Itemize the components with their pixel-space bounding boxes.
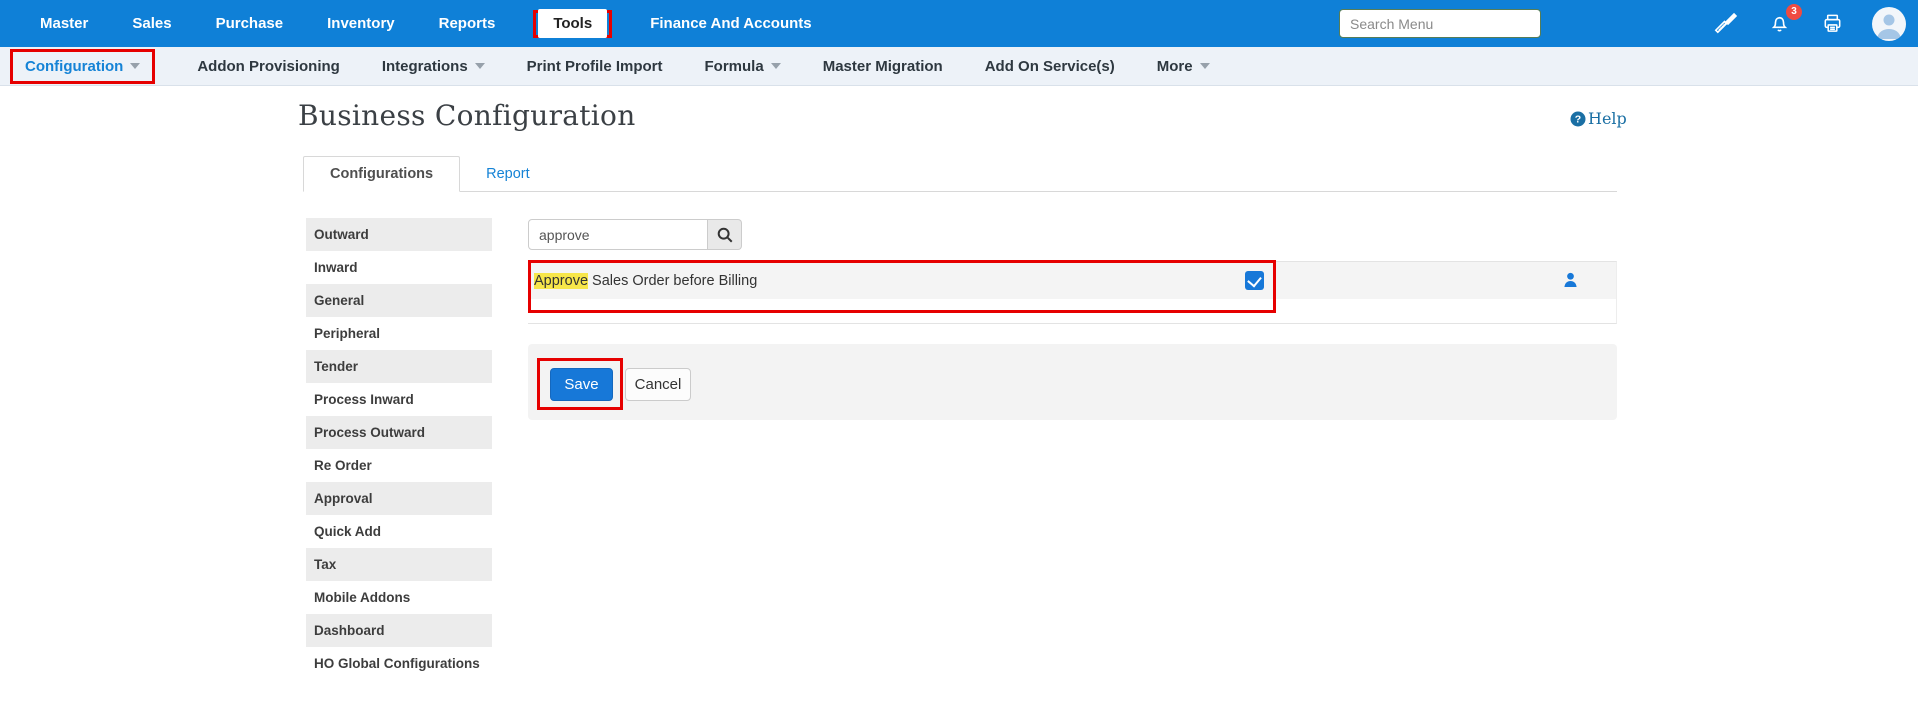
subnav-addon-provisioning[interactable]: Addon Provisioning: [197, 58, 340, 75]
help-label: Help: [1588, 109, 1627, 128]
notification-count-badge: 3: [1786, 4, 1802, 20]
cancel-button[interactable]: Cancel: [625, 368, 691, 401]
configuration-search-button[interactable]: [708, 219, 742, 250]
menu-item-master[interactable]: Master: [40, 15, 88, 32]
chevron-down-icon: [771, 63, 781, 69]
configuration-option-label: Approve Sales Order before Billing: [528, 273, 757, 289]
chevron-down-icon: [1200, 63, 1210, 69]
subnav-more[interactable]: More: [1157, 58, 1210, 75]
sidebar-item-peripheral[interactable]: Peripheral: [306, 317, 492, 350]
menu-item-finance-and-accounts[interactable]: Finance And Accounts: [650, 15, 811, 32]
configuration-option-rest: Sales Order before Billing: [588, 273, 757, 289]
search-menu-input[interactable]: [1339, 9, 1541, 38]
save-button[interactable]: Save: [550, 368, 613, 401]
menu-item-sales[interactable]: Sales: [132, 15, 171, 32]
action-panel: [528, 344, 1617, 420]
menu-item-reports[interactable]: Reports: [439, 15, 496, 32]
sidebar-item-dashboard[interactable]: Dashboard: [306, 614, 492, 647]
sidebar-item-process-inward[interactable]: Process Inward: [306, 383, 492, 416]
menu-item-purchase[interactable]: Purchase: [216, 15, 284, 32]
user-permission-icon[interactable]: [1563, 272, 1578, 293]
app-window: Master Sales Purchase Inventory Reports …: [0, 0, 1918, 726]
annotation-box-configuration: Configuration: [10, 49, 155, 84]
configuration-results-table: Approve Sales Order before Billing: [528, 261, 1617, 324]
theme-brush-icon[interactable]: [1713, 11, 1739, 37]
subnav-integrations[interactable]: Integrations: [382, 58, 485, 75]
sidebar-item-outward[interactable]: Outward: [306, 218, 492, 251]
sidebar-item-tax[interactable]: Tax: [306, 548, 492, 581]
sidebar-item-re-order[interactable]: Re Order: [306, 449, 492, 482]
subnav-configuration[interactable]: Configuration: [25, 58, 140, 75]
sidebar-item-general[interactable]: General: [306, 284, 492, 317]
topbar-icons: 3: [1713, 7, 1906, 41]
help-link[interactable]: ? Help: [1570, 109, 1627, 128]
svg-text:?: ?: [1575, 113, 1581, 125]
subnav-add-on-services[interactable]: Add On Service(s): [985, 58, 1115, 75]
tab-report[interactable]: Report: [460, 157, 556, 191]
sidebar-item-tender[interactable]: Tender: [306, 350, 492, 383]
notifications-bell-icon[interactable]: 3: [1766, 11, 1792, 37]
search-match-highlight: Approve: [534, 273, 588, 289]
table-row: Approve Sales Order before Billing: [528, 262, 1616, 299]
subnav-more-label: More: [1157, 58, 1193, 75]
menu-item-tools[interactable]: Tools: [538, 9, 607, 38]
sub-navigation-bar: Configuration Addon Provisioning Integra…: [0, 47, 1918, 86]
sidebar-item-ho-global-configurations[interactable]: HO Global Configurations: [306, 647, 492, 680]
chevron-down-icon: [475, 63, 485, 69]
subnav-configuration-label: Configuration: [25, 58, 123, 75]
approve-sales-order-checkbox[interactable]: [1245, 271, 1264, 290]
sidebar-item-process-outward[interactable]: Process Outward: [306, 416, 492, 449]
subnav-formula-label: Formula: [705, 58, 764, 75]
top-menu: Master Sales Purchase Inventory Reports …: [40, 10, 812, 38]
sidebar-item-approval[interactable]: Approval: [306, 482, 492, 515]
configuration-search-input[interactable]: [528, 219, 708, 250]
tab-bar: Configurations Report: [303, 154, 1617, 192]
printer-icon[interactable]: [1819, 11, 1845, 37]
subnav-formula[interactable]: Formula: [705, 58, 781, 75]
chevron-down-icon: [130, 63, 140, 69]
subnav-master-migration[interactable]: Master Migration: [823, 58, 943, 75]
subnav-integrations-label: Integrations: [382, 58, 468, 75]
configuration-search: [528, 219, 742, 250]
top-navigation-bar: Master Sales Purchase Inventory Reports …: [0, 0, 1918, 47]
question-circle-icon: ?: [1570, 111, 1586, 127]
sidebar-item-mobile-addons[interactable]: Mobile Addons: [306, 581, 492, 614]
search-icon: [716, 226, 734, 244]
tab-configurations[interactable]: Configurations: [303, 156, 460, 192]
configuration-category-list: Outward Inward General Peripheral Tender…: [306, 218, 492, 680]
user-avatar[interactable]: [1872, 7, 1906, 41]
annotation-box-tools: Tools: [533, 10, 612, 38]
table-empty-row: [528, 299, 1616, 323]
page-title: Business Configuration: [298, 99, 636, 132]
menu-item-inventory[interactable]: Inventory: [327, 15, 395, 32]
sidebar-item-quick-add[interactable]: Quick Add: [306, 515, 492, 548]
subnav-print-profile-import[interactable]: Print Profile Import: [527, 58, 663, 75]
sidebar-item-inward[interactable]: Inward: [306, 251, 492, 284]
